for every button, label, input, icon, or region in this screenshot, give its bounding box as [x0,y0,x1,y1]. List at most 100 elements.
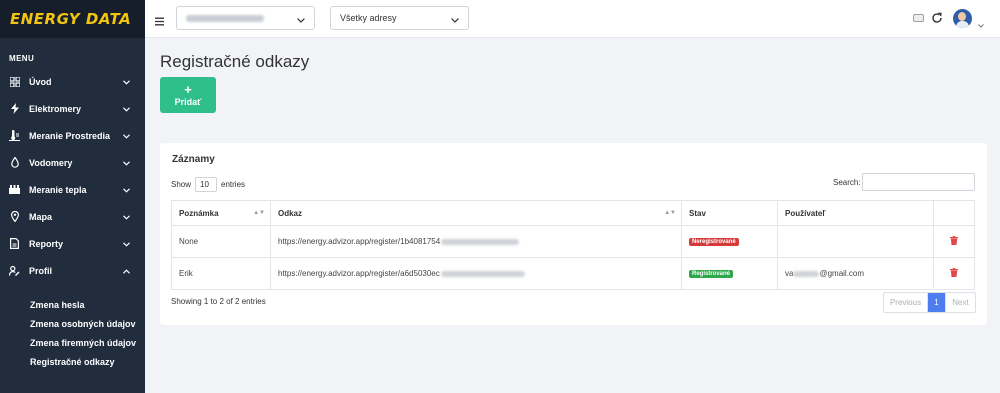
add-button[interactable]: + Pridať [160,77,216,113]
topbar: Všetky adresy [145,0,1000,38]
address-select-value: Všetky adresy [340,13,397,23]
address-select[interactable]: Všetky adresy [330,6,469,30]
redacted-company-name [186,14,264,22]
add-button-label: Pridať [174,96,202,107]
pagination-next[interactable]: Next [945,293,975,312]
table-row: Erik https://energy.advizor.app/register… [172,258,974,289]
chevron-down-icon [123,212,130,222]
column-header-user[interactable]: Používateľ [778,201,934,225]
card-title: Záznamy [172,154,215,165]
delete-icon[interactable] [950,268,958,279]
sidebar-item-label: Vodomery [29,157,73,168]
sidebar: ENERGY DATA MENU Úvod Elektromery Merani… [0,0,145,393]
heat-icon [9,184,20,195]
table-header-row: Poznámka ▲▼ Odkaz ▲▼ Stav Používateľ [172,201,974,226]
column-header-link[interactable]: Odkaz ▲▼ [271,201,682,225]
cell-user: va @gmail.com [778,258,934,289]
status-badge: Neregistrované [689,237,739,246]
sidebar-item-meranie-prostredia[interactable]: Meranie Prostredia [0,122,145,149]
sidebar-item-uvod[interactable]: Úvod [0,68,145,95]
environment-icon [9,130,20,141]
avatar[interactable] [953,9,972,28]
entries-label: entries [221,180,246,189]
cell-note: Erik [172,258,271,289]
plus-icon: + [184,81,192,97]
sidebar-item-reporty[interactable]: Reporty [0,230,145,257]
user-email-prefix: va [785,269,794,278]
chevron-down-icon [123,104,130,114]
sidebar-item-meranie-tepla[interactable]: Meranie tepla [0,176,145,203]
sidebar-subitem-zmena-firemnych-udajov[interactable]: Zmena firemných údajov [0,333,145,352]
column-header-label: Poznámka [179,208,219,218]
sidebar-item-vodomery[interactable]: Vodomery [0,149,145,176]
sidebar-item-label: Reporty [29,238,64,249]
cell-actions [934,226,974,257]
redacted-link-tail [441,238,520,245]
avatar-body [956,21,969,28]
sidebar-item-label: Mapa [29,211,53,222]
sidebar-subitem-zmena-osobnych-udajov[interactable]: Zmena osobných údajov [0,314,145,333]
chevron-down-icon [123,131,130,141]
sidebar-subitem-zmena-hesla[interactable]: Zmena hesla [0,295,145,314]
pagination-page-current[interactable]: 1 [928,293,945,312]
entries-length-select[interactable]: 10 [195,177,218,192]
chevron-down-icon[interactable] [978,15,984,33]
refresh-icon[interactable] [931,11,943,29]
chevron-down-icon [123,185,130,195]
records-table: Poznámka ▲▼ Odkaz ▲▼ Stav Používateľ Non… [171,200,975,290]
status-badge: Registrované [689,269,734,278]
chevron-down-icon [123,77,130,87]
cell-link: https://energy.advizor.app/register/1b40… [271,226,682,257]
sidebar-item-mapa[interactable]: Mapa [0,203,145,230]
logo-bar: ENERGY DATA [0,0,145,38]
cell-actions [934,258,974,289]
column-header-actions [934,201,974,225]
delete-icon[interactable] [950,236,958,247]
cell-status: Neregistrované [682,226,778,257]
show-entries: Show 10 entries [171,177,245,192]
redacted-link-tail [440,270,525,277]
water-drop-icon [9,157,20,168]
search-label: Search: [833,178,861,187]
company-select[interactable] [176,6,315,30]
table-row: None https://energy.advizor.app/register… [172,226,974,258]
chevron-down-icon [123,158,130,168]
app-logo[interactable]: ENERGY DATA [10,10,131,28]
search-input[interactable] [862,173,975,191]
user-edit-icon [9,265,20,276]
sidebar-item-label: Meranie Prostredia [29,130,111,141]
user-email-suffix: @gmail.com [819,269,865,278]
sidebar-subitem-registracne-odkazy[interactable]: Registračné odkazy [0,352,145,371]
show-label: Show [171,180,192,189]
pagination-previous[interactable]: Previous [884,293,928,312]
sidebar-item-elektromery[interactable]: Elektromery [0,95,145,122]
sidebar-item-label: Elektromery [29,103,82,114]
chevron-down-icon [297,15,305,25]
records-card: Záznamy Show 10 entries Search: Poznámka… [160,143,987,325]
column-header-label: Stav [689,208,706,218]
column-header-note[interactable]: Poznámka ▲▼ [172,201,271,225]
link-text[interactable]: https://energy.advizor.app/register/a6d5… [278,269,440,278]
cell-note: None [172,226,271,257]
cell-user [778,226,934,257]
hamburger-menu-icon[interactable] [155,13,164,31]
chevron-down-icon [123,239,130,249]
page-title: Registračné odkazy [160,52,310,71]
chevron-down-icon [451,15,459,25]
column-header-label: Odkaz [278,208,303,218]
theme-toggle[interactable] [913,14,924,22]
cell-status: Registrované [682,258,778,289]
report-icon [9,238,20,249]
link-text[interactable]: https://energy.advizor.app/register/1b40… [278,237,440,246]
column-header-label: Používateľ [785,208,826,218]
map-pin-icon [9,211,20,222]
sidebar-item-profil[interactable]: Profil [0,257,145,284]
entries-length-value: 10 [200,180,209,189]
avatar-face [958,12,966,21]
sidebar-item-label: Meranie tepla [29,184,87,195]
table-info: Showing 1 to 2 of 2 entries [171,297,266,306]
column-header-status[interactable]: Stav [682,201,778,225]
sort-icon: ▲▼ [664,210,676,216]
sort-icon: ▲▼ [253,210,265,216]
dashboard-icon [9,76,20,87]
